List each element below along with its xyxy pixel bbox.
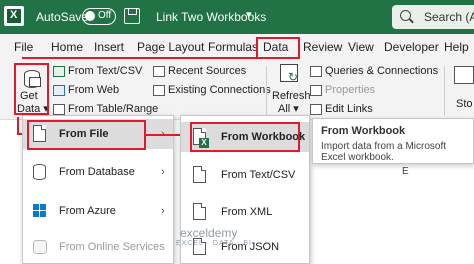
tab-help[interactable]: Help <box>444 40 469 54</box>
edit-links-icon <box>310 104 322 115</box>
ribbon-properties[interactable]: Properties <box>325 84 375 96</box>
menu-item-from-online-services[interactable]: From Online Services <box>23 232 173 262</box>
search-icon <box>400 10 411 21</box>
tooltip-description: Import data from a Microsoft Excel workb… <box>321 141 447 163</box>
chevron-right-icon: › <box>161 205 165 217</box>
autosave-label: AutoSave <box>36 10 89 24</box>
from-workbook-tooltip: From Workbook Import data from a Microso… <box>312 118 474 164</box>
tab-page-layout[interactable]: Page Layout <box>137 40 204 54</box>
column-header-e[interactable]: E <box>402 166 409 182</box>
ribbon-queries-connections[interactable]: Queries & Connections <box>325 65 438 77</box>
online-services-icon <box>33 240 47 254</box>
search-placeholder: Search (Alt <box>424 10 474 24</box>
from-workbook-highlight <box>190 122 300 152</box>
ribbon-stocks[interactable]: Sto <box>456 98 473 110</box>
ribbon-existing-connections[interactable]: Existing Connections <box>168 84 271 96</box>
menu-label: From Database <box>59 166 135 178</box>
menu-label: From Online Services <box>59 241 165 253</box>
table-icon <box>53 104 65 115</box>
menu-item-from-text-csv[interactable]: From Text/CSV <box>181 160 309 190</box>
chevron-down-icon[interactable]: ▾ <box>246 8 252 21</box>
data-tab-highlight <box>256 37 300 59</box>
tab-insert[interactable]: Insert <box>94 40 124 54</box>
refresh-all-label-2[interactable]: All ▾ <box>278 102 299 115</box>
tab-view[interactable]: View <box>348 40 374 54</box>
existing-connections-icon <box>153 85 165 96</box>
ribbon-from-text-csv[interactable]: From Text/CSV <box>68 65 142 77</box>
ribbon-separator <box>444 66 445 116</box>
from-file-highlight <box>27 120 146 150</box>
text-file-icon <box>193 166 206 183</box>
save-icon[interactable] <box>124 8 140 24</box>
web-icon <box>53 85 65 96</box>
watermark-tagline: EXCEL · DATA · BI <box>176 240 252 247</box>
arrow-connector <box>22 57 258 59</box>
refresh-all-text: All <box>278 103 291 115</box>
menu-item-from-azure[interactable]: From Azure › <box>23 196 173 226</box>
properties-icon <box>310 85 322 96</box>
tab-review[interactable]: Review <box>303 40 342 54</box>
menu-item-from-database[interactable]: From Database › <box>23 157 173 187</box>
tab-file[interactable]: File <box>14 40 33 54</box>
tooltip-title: From Workbook <box>321 125 406 137</box>
refresh-icon <box>280 64 298 84</box>
ribbon-separator <box>266 66 267 116</box>
watermark-logo: exceldemy <box>180 226 238 240</box>
search-box[interactable]: Search (Alt <box>392 5 474 29</box>
tab-formulas[interactable]: Formulas <box>208 40 258 54</box>
ribbon-edit-links[interactable]: Edit Links <box>325 103 373 115</box>
menu-label: From XML <box>221 206 273 218</box>
title-bar: X AutoSave Off Link Two Workbooks ▾ Sear… <box>0 0 474 34</box>
get-data-highlight <box>14 63 49 115</box>
stocks-icon <box>454 66 474 84</box>
autosave-toggle[interactable]: Off <box>82 8 116 25</box>
ribbon-from-table-range[interactable]: From Table/Range <box>68 103 158 115</box>
database-icon <box>33 164 46 180</box>
ribbon-from-web[interactable]: From Web <box>68 84 119 96</box>
tab-home[interactable]: Home <box>51 40 83 54</box>
menu-label: From Azure <box>59 205 116 217</box>
queries-icon <box>310 66 322 77</box>
chevron-right-icon: › <box>161 166 165 178</box>
recent-sources-icon <box>153 66 165 77</box>
excel-logo-icon: X <box>4 6 24 26</box>
azure-icon <box>33 204 47 218</box>
toggle-knob <box>85 11 95 21</box>
refresh-all-label[interactable]: Refresh <box>272 90 311 102</box>
tab-developer[interactable]: Developer <box>384 40 439 54</box>
xml-file-icon <box>193 203 206 220</box>
ribbon-recent-sources[interactable]: Recent Sources <box>168 65 246 77</box>
toggle-state-label: Off <box>98 10 112 21</box>
menu-label: From Text/CSV <box>221 169 296 181</box>
text-csv-icon <box>53 66 65 77</box>
menu-item-from-xml[interactable]: From XML <box>181 197 309 227</box>
